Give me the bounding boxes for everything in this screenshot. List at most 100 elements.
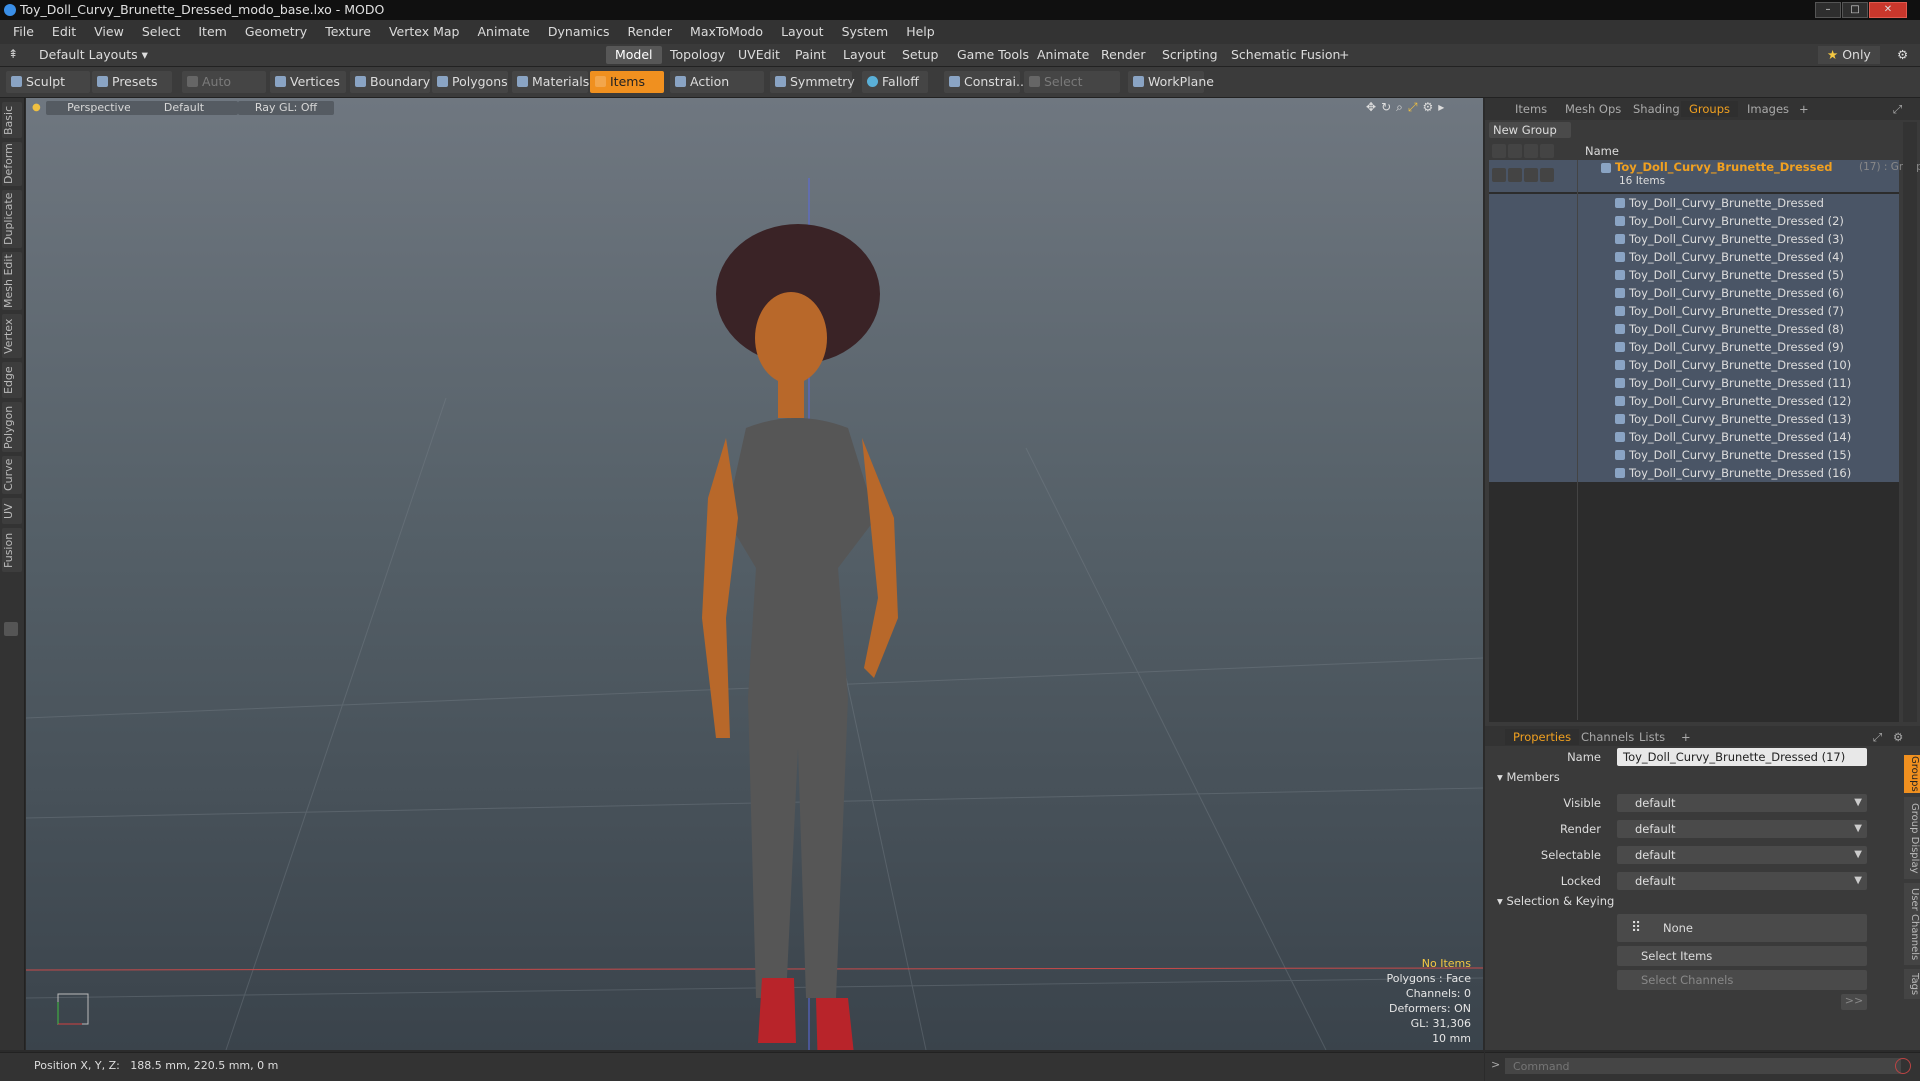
tab-edge[interactable]: Edge	[2, 362, 22, 398]
side-tab-group-display[interactable]: Group Display	[1904, 797, 1920, 879]
locked-select[interactable]: default ▼	[1617, 872, 1867, 890]
group-member-row[interactable]: Toy_Doll_Curvy_Brunette_Dressed (3)	[1489, 230, 1899, 248]
shading-dropdown[interactable]: Default	[130, 101, 238, 115]
tab-topology[interactable]: Topology	[661, 46, 734, 64]
group-member-row[interactable]: Toy_Doll_Curvy_Brunette_Dressed (8)	[1489, 320, 1899, 338]
selection-keying-section[interactable]: ▾ Selection & Keying	[1497, 894, 1614, 908]
viewport-menu-icon[interactable]: ●	[32, 102, 41, 113]
menu-dynamics[interactable]: Dynamics	[539, 20, 619, 44]
tab-fusion[interactable]: Fusion	[2, 528, 22, 572]
select-icon[interactable]	[1540, 168, 1554, 182]
tab-render[interactable]: Render	[1092, 46, 1155, 64]
group-member-row[interactable]: Toy_Doll_Curvy_Brunette_Dressed (6)	[1489, 284, 1899, 302]
tab-mesh-ops[interactable]: Mesh Ops	[1557, 101, 1629, 117]
group-member-row[interactable]: Toy_Doll_Curvy_Brunette_Dressed (15)	[1489, 446, 1899, 464]
tab-scripting[interactable]: Scripting	[1153, 46, 1227, 64]
falloff-button[interactable]: Falloff	[862, 71, 928, 93]
items-button[interactable]: Items	[590, 71, 664, 93]
move-view-icon[interactable]: ✥	[1366, 100, 1381, 114]
more-button[interactable]: >>	[1841, 994, 1867, 1010]
tab-lists[interactable]: Lists	[1631, 729, 1673, 745]
selectable-select[interactable]: default ▼	[1617, 846, 1867, 864]
maximize-button[interactable]: □	[1842, 2, 1868, 18]
select-icon[interactable]	[1540, 144, 1554, 158]
name-field[interactable]: Toy_Doll_Curvy_Brunette_Dressed (17)	[1617, 748, 1867, 766]
tab-shading[interactable]: Shading	[1625, 101, 1688, 117]
command-history-icon[interactable]	[1895, 1058, 1911, 1074]
minimize-button[interactable]: –	[1815, 2, 1841, 18]
tree-scrollbar[interactable]	[1903, 122, 1917, 722]
tab-uv[interactable]: UV	[2, 498, 22, 524]
group-member-row[interactable]: Toy_Doll_Curvy_Brunette_Dressed (12)	[1489, 392, 1899, 410]
group-member-row[interactable]: Toy_Doll_Curvy_Brunette_Dressed (4)	[1489, 248, 1899, 266]
auto-select-button[interactable]: Auto Select	[182, 71, 266, 111]
render-icon[interactable]	[1508, 168, 1522, 182]
gear-icon[interactable]: ⚙	[1888, 46, 1917, 64]
close-button[interactable]: ✕	[1869, 2, 1907, 18]
default-layouts-dropdown[interactable]: Default Layouts ▾	[30, 46, 157, 64]
none-button[interactable]: ⠿ None	[1617, 914, 1867, 942]
tab-game-tools[interactable]: Game Tools	[948, 46, 1038, 64]
fit-view-icon[interactable]: ⤢	[1408, 100, 1423, 114]
props-gear-icon[interactable]: ⚙	[1885, 729, 1911, 745]
menu-help[interactable]: Help	[897, 20, 944, 44]
tab-properties[interactable]: Properties	[1505, 729, 1580, 745]
tab-paint[interactable]: Paint	[786, 46, 835, 64]
menu-geometry[interactable]: Geometry	[236, 20, 316, 44]
members-section[interactable]: ▾ Members	[1497, 770, 1560, 784]
tab-model[interactable]: Model	[606, 46, 662, 64]
tab-uvedit[interactable]: UVEdit	[729, 46, 789, 64]
group-member-row[interactable]: Toy_Doll_Curvy_Brunette_Dressed (9)	[1489, 338, 1899, 356]
group-member-row[interactable]: Toy_Doll_Curvy_Brunette_Dressed (2)	[1489, 212, 1899, 230]
render-select[interactable]: default ▼	[1617, 820, 1867, 838]
group-member-row[interactable]: Toy_Doll_Curvy_Brunette_Dressed (7)	[1489, 302, 1899, 320]
menu-item[interactable]: Item	[189, 20, 235, 44]
group-member-row[interactable]: Toy_Doll_Curvy_Brunette_Dressed (11)	[1489, 374, 1899, 392]
panel-expand-icon[interactable]: ⤢	[1885, 101, 1910, 117]
menu-animate[interactable]: Animate	[469, 20, 539, 44]
tab-polygon[interactable]: Polygon	[2, 402, 22, 452]
sculpt-button[interactable]: Sculpt	[6, 71, 90, 93]
presets-button[interactable]: Presets	[92, 71, 172, 93]
constraints-button[interactable]: Constrai...	[944, 71, 1028, 93]
action-center-button[interactable]: Action Center	[670, 71, 764, 111]
boundary-button[interactable]: Boundary	[350, 71, 430, 93]
group-member-row[interactable]: Toy_Doll_Curvy_Brunette_Dressed (10)	[1489, 356, 1899, 374]
add-tab-button[interactable]: +	[1330, 46, 1358, 64]
tab-setup[interactable]: Setup	[893, 46, 947, 64]
side-tab-groups[interactable]: Groups	[1904, 755, 1920, 793]
materials-button[interactable]: Materials	[512, 71, 589, 93]
3d-viewport[interactable]: ● Perspective Default Ray GL: Off ✥↻⌕⤢⚙▸…	[26, 98, 1483, 1050]
menu-edit[interactable]: Edit	[43, 20, 85, 44]
raygl-toggle[interactable]: Ray GL: Off	[238, 101, 334, 115]
vertices-button[interactable]: Vertices	[270, 71, 346, 93]
tab-deform[interactable]: Deform	[2, 142, 22, 186]
add-props-tab-button[interactable]: +	[1673, 729, 1699, 745]
command-input[interactable]	[1505, 1058, 1901, 1074]
menu-file[interactable]: File	[4, 20, 43, 44]
visible-select[interactable]: default ▼	[1617, 794, 1867, 812]
lock-icon[interactable]	[1524, 144, 1538, 158]
select-items-button[interactable]: Select Items	[1617, 946, 1867, 966]
tab-mesh-edit[interactable]: Mesh Edit	[2, 252, 22, 310]
side-tab-user-channels[interactable]: User Channels	[1904, 883, 1920, 965]
symmetry-button[interactable]: Symmetry	[770, 71, 855, 93]
lock-icon[interactable]	[1524, 168, 1538, 182]
rotate-view-icon[interactable]: ↻	[1381, 100, 1396, 114]
tab-layout[interactable]: Layout	[834, 46, 895, 64]
menu-layout[interactable]: Layout	[772, 20, 833, 44]
palette-icon[interactable]	[4, 622, 18, 636]
group-member-row[interactable]: Toy_Doll_Curvy_Brunette_Dressed (5)	[1489, 266, 1899, 284]
tab-curve[interactable]: Curve	[2, 456, 22, 494]
menu-select[interactable]: Select	[133, 20, 190, 44]
menu-view[interactable]: View	[85, 20, 133, 44]
tab-animate[interactable]: Animate	[1028, 46, 1098, 64]
menu-system[interactable]: System	[833, 20, 898, 44]
only-toggle[interactable]: ★ Only	[1818, 46, 1880, 64]
new-group-button[interactable]: New Group	[1489, 122, 1571, 138]
group-member-row[interactable]: Toy_Doll_Curvy_Brunette_Dressed	[1489, 194, 1899, 212]
menu-vertex-map[interactable]: Vertex Map	[380, 20, 469, 44]
eye-icon[interactable]	[1492, 144, 1506, 158]
menu-texture[interactable]: Texture	[316, 20, 380, 44]
menu-maxtomodo[interactable]: MaxToModo	[681, 20, 772, 44]
